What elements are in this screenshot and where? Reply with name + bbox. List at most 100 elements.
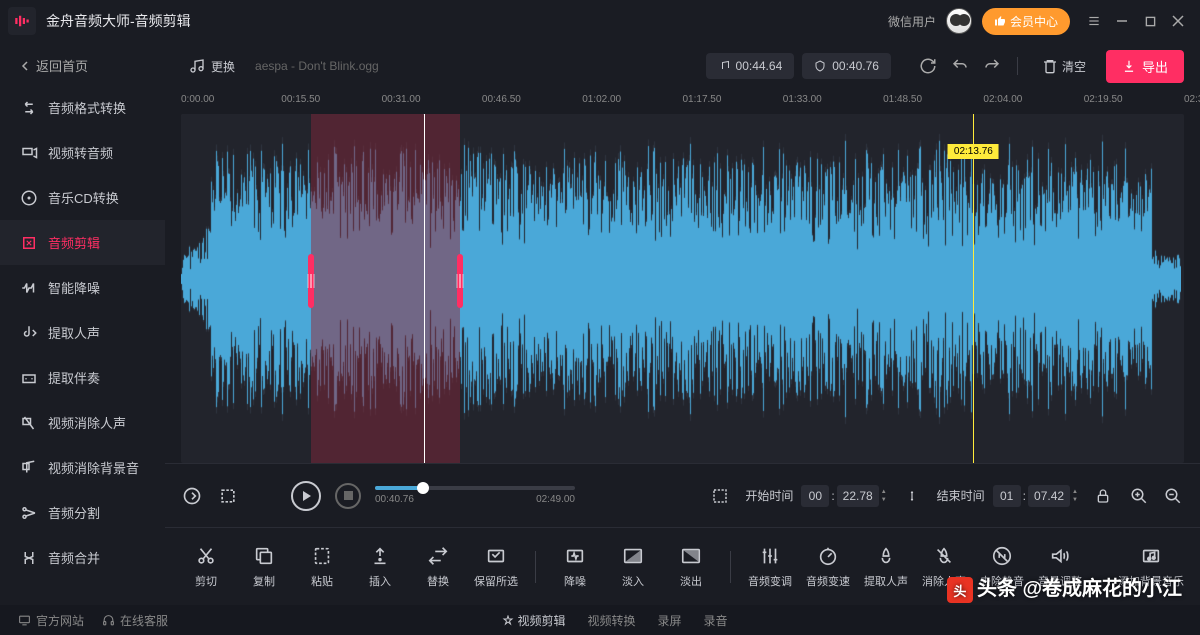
pitch-icon <box>759 545 781 567</box>
bgm-icon <box>1140 545 1162 567</box>
sidebar-item-0[interactable]: 音频格式转换 <box>0 85 165 130</box>
action-pitch[interactable]: 音频变调 <box>745 545 795 589</box>
action-noise[interactable]: 降噪 <box>550 545 600 589</box>
sidebar-item-10[interactable]: 音频合并 <box>0 535 165 580</box>
sidebar-item-1[interactable]: 视频转音频 <box>0 130 165 175</box>
current-time: 00:40.76 <box>375 494 414 505</box>
selection-region[interactable] <box>311 114 459 463</box>
action-volume[interactable]: 音量调整 <box>1035 545 1085 589</box>
voice-icon <box>20 324 38 342</box>
stop-button[interactable] <box>335 483 361 509</box>
cut-icon <box>20 234 38 252</box>
sidebar-item-6[interactable]: 提取伴奏 <box>0 355 165 400</box>
sidebar-item-7[interactable]: 视频消除人声 <box>0 400 165 445</box>
convert-icon <box>20 99 38 117</box>
sidebar-item-3[interactable]: 音频剪辑 <box>0 220 165 265</box>
accom-icon <box>20 369 38 387</box>
timeline-ruler[interactable]: 0:00.0000:15.5000:31.0000:46.5001:02.000… <box>181 90 1184 114</box>
selection-handle-right[interactable] <box>457 254 463 308</box>
selection-duration-display: 00:40.76 <box>802 53 891 79</box>
action-bgm[interactable]: 添加背景音乐 <box>1118 545 1184 589</box>
cursor-line <box>973 114 974 463</box>
support-link[interactable]: 在线客服 <box>102 612 168 629</box>
chevron-left-icon <box>20 61 30 71</box>
app-title: 金舟音频大师-音频剪辑 <box>46 11 191 31</box>
user-label: 微信用户 <box>888 13 936 30</box>
play-button[interactable] <box>291 481 321 511</box>
speed-icon <box>817 545 839 567</box>
action-copy[interactable]: 复制 <box>239 545 289 589</box>
remove-icon <box>933 545 955 567</box>
playhead[interactable] <box>424 114 425 463</box>
selection-handle-left[interactable] <box>308 254 314 308</box>
end-time-input[interactable]: 01: 07.42 ▲▼ <box>993 485 1078 507</box>
sidebar-item-5[interactable]: 提取人声 <box>0 310 165 355</box>
close-button[interactable] <box>1164 7 1192 35</box>
select-all-button[interactable] <box>709 485 731 507</box>
volume-icon <box>1049 545 1071 567</box>
minimize-button[interactable] <box>1108 7 1136 35</box>
back-home-button[interactable]: 返回首页 <box>0 46 165 85</box>
settings-button[interactable] <box>1080 7 1108 35</box>
playback-controls: 00:40.76 02:49.00 开始时间 00: 22.78 ▲▼ 结束时间… <box>165 463 1200 527</box>
sidebar: 返回首页 音频格式转换视频转音频音乐CD转换音频剪辑智能降噪提取人声提取伴奏视频… <box>0 42 165 605</box>
replay-button[interactable] <box>181 485 203 507</box>
footer: 官方网站 在线客服 视频剪辑 视频转换 录屏 录音 <box>0 605 1200 635</box>
timeline-area: 0:00.0000:15.5000:31.0000:46.5001:02.000… <box>165 90 1200 463</box>
sidebar-item-4[interactable]: 智能降噪 <box>0 265 165 310</box>
sidebar-item-8[interactable]: 视频消除背景音 <box>0 445 165 490</box>
insert-icon <box>369 545 391 567</box>
footer-tab-2[interactable]: 录屏 <box>658 612 682 629</box>
action-fadeout[interactable]: 淡出 <box>666 545 716 589</box>
app-logo <box>8 7 36 35</box>
clear-button[interactable]: 清空 <box>1034 54 1094 79</box>
noise-icon <box>20 279 38 297</box>
action-silence[interactable]: 去除静音 <box>977 545 1027 589</box>
toolbar: 更换 aespa - Don't Blink.ogg 00:44.64 00:4… <box>165 42 1200 90</box>
music-icon <box>718 60 730 72</box>
sidebar-item-2[interactable]: 音乐CD转换 <box>0 175 165 220</box>
action-speed[interactable]: 音频变速 <box>803 545 853 589</box>
change-file-button[interactable]: 更换 <box>181 54 243 79</box>
duration-display: 00:44.64 <box>706 53 795 79</box>
action-keep[interactable]: 保留所选 <box>471 545 521 589</box>
v-bg-icon <box>20 459 38 477</box>
lock-button[interactable] <box>1092 485 1114 507</box>
export-icon <box>1122 59 1136 73</box>
action-cut[interactable]: 剪切 <box>181 545 231 589</box>
music-note-icon <box>189 58 205 74</box>
titlebar: 金舟音频大师-音频剪辑 微信用户 会员中心 <box>0 0 1200 42</box>
waveform[interactable]: 02:13.76 <box>181 114 1184 463</box>
footer-tab-1[interactable]: 视频转换 <box>588 612 636 629</box>
action-remove[interactable]: 消除人声 <box>919 545 969 589</box>
footer-tab-0[interactable]: 视频剪辑 <box>502 612 565 629</box>
start-time-input[interactable]: 00: 22.78 ▲▼ <box>801 485 886 507</box>
footer-tab-3[interactable]: 录音 <box>704 612 728 629</box>
action-paste[interactable]: 粘贴 <box>297 545 347 589</box>
keep-icon <box>485 545 507 567</box>
vip-button[interactable]: 会员中心 <box>982 8 1070 35</box>
action-insert[interactable]: 插入 <box>355 545 405 589</box>
sidebar-item-9[interactable]: 音频分割 <box>0 490 165 535</box>
undo-button[interactable] <box>951 57 969 75</box>
redo-button[interactable] <box>983 57 1001 75</box>
fadeout-icon <box>680 545 702 567</box>
zoom-in-button[interactable] <box>1128 485 1150 507</box>
selection-mode-button[interactable] <box>217 485 239 507</box>
shield-icon <box>814 60 826 72</box>
export-button[interactable]: 导出 <box>1106 50 1184 83</box>
copy-icon <box>253 545 275 567</box>
paste-icon <box>311 545 333 567</box>
action-fadein[interactable]: 淡入 <box>608 545 658 589</box>
progress-bar[interactable]: 00:40.76 02:49.00 <box>375 486 575 505</box>
website-link[interactable]: 官方网站 <box>18 612 84 629</box>
reload-button[interactable] <box>919 57 937 75</box>
action-replace[interactable]: 替换 <box>413 545 463 589</box>
cd-icon <box>20 189 38 207</box>
action-extract[interactable]: 提取人声 <box>861 545 911 589</box>
zoom-out-button[interactable] <box>1162 485 1184 507</box>
avatar[interactable] <box>946 8 972 34</box>
maximize-button[interactable] <box>1136 7 1164 35</box>
link-times-button[interactable] <box>901 485 923 507</box>
split-icon <box>20 504 38 522</box>
